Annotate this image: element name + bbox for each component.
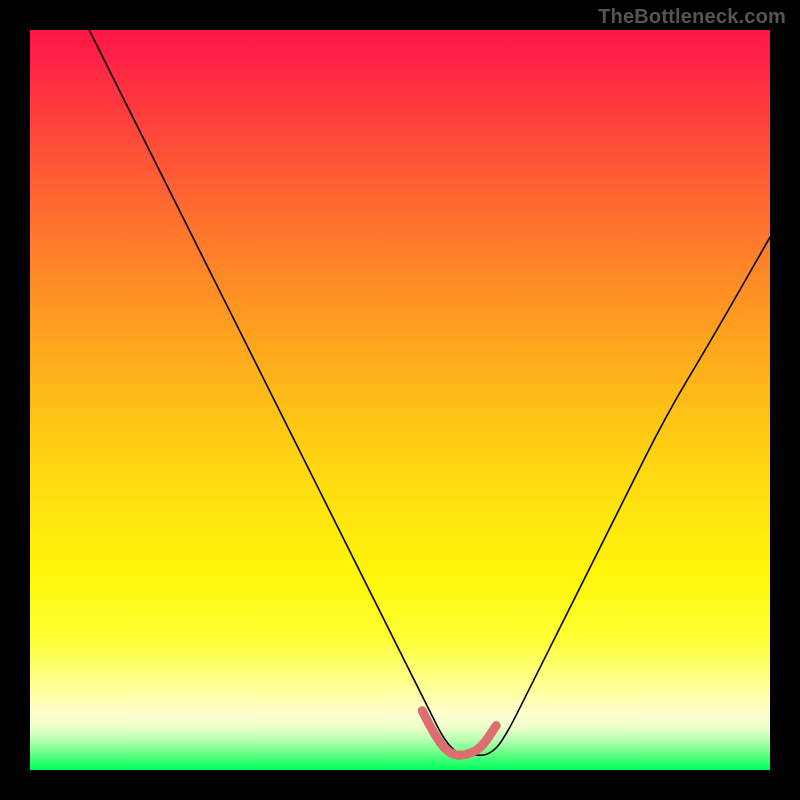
curve-svg — [30, 30, 770, 770]
plot-area — [30, 30, 770, 770]
bottleneck-curve — [89, 30, 770, 755]
watermark-text: TheBottleneck.com — [598, 6, 786, 29]
chart-stage: TheBottleneck.com — [0, 0, 800, 800]
